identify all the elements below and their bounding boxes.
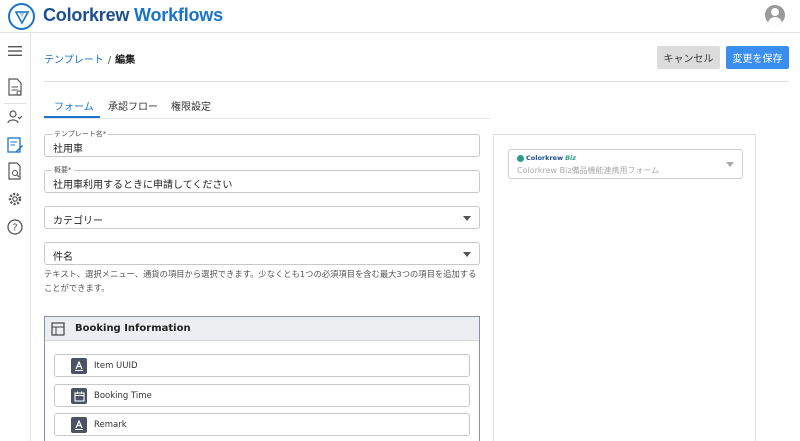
summary-label: 概要* (52, 165, 74, 175)
item-label: Booking Time (94, 391, 152, 401)
preview-panel: Colorkrew Biz Colorkrew Biz備品機能連携用フォーム (493, 134, 756, 441)
chevron-down-icon (726, 162, 734, 167)
tab-permissions[interactable]: 権限設定 (171, 92, 211, 118)
breadcrumb: テンプレート / 編集 (44, 51, 135, 66)
logo-icon (8, 3, 35, 30)
text-format-icon (71, 417, 87, 433)
tab-form[interactable]: フォーム (54, 92, 94, 118)
template-name-value: 社用車 (53, 144, 83, 155)
breadcrumb-template-link[interactable]: テンプレート (44, 55, 104, 66)
list-item[interactable]: Item UUID (54, 354, 470, 377)
linked-form-value: Colorkrew Biz備品機能連携用フォーム (517, 166, 660, 175)
text-format-icon (71, 358, 87, 374)
list-item[interactable]: Remark (54, 413, 470, 436)
document-search-icon[interactable] (4, 160, 26, 182)
summary-value: 社用車利用するときに申請してください (53, 180, 233, 191)
item-label: Remark (94, 420, 127, 430)
cancel-button[interactable]: キャンセル (657, 46, 720, 69)
user-avatar-icon[interactable] (765, 5, 785, 25)
svg-text:?: ? (12, 223, 17, 234)
save-button[interactable]: 変更を保存 (726, 46, 789, 69)
colorkrew-biz-logo: Colorkrew Biz (517, 154, 576, 162)
template-name-label: テンプレート名* (52, 129, 109, 139)
menu-icon[interactable] (4, 40, 26, 62)
category-value: カテゴリー (53, 216, 103, 227)
subject-select[interactable]: 件名 (44, 242, 480, 265)
sidebar: ? (0, 33, 31, 441)
logo-biz: Biz (565, 154, 577, 162)
header-divider (44, 81, 789, 82)
summary-field[interactable]: 概要* 社用車利用するときに申請してください (44, 165, 480, 193)
help-icon[interactable]: ? (4, 216, 26, 238)
template-name-field[interactable]: テンプレート名* 社用車 (44, 129, 480, 157)
tab-approval-flow[interactable]: 承認フロー (108, 92, 158, 118)
user-check-icon[interactable] (4, 106, 26, 128)
brand-sub: Workflows (134, 5, 223, 25)
breadcrumb-current: 編集 (115, 55, 136, 66)
calendar-icon (71, 388, 87, 404)
category-select[interactable]: カテゴリー (44, 206, 480, 229)
item-label: Item UUID (94, 361, 138, 371)
list-item[interactable]: Booking Time (54, 384, 470, 407)
template-edit-icon[interactable] (4, 134, 26, 156)
subject-value: 件名 (53, 252, 73, 263)
tabs-divider (44, 118, 491, 119)
linked-form-select[interactable]: Colorkrew Biz Colorkrew Biz備品機能連携用フォーム (508, 149, 743, 179)
brand-main: Colorkrew (43, 5, 130, 25)
subject-help-text: テキスト、選択メニュー、通貨の項目から選択できます。少なくとも1つの必須項目を含… (44, 269, 477, 293)
table-icon (51, 322, 65, 336)
chevron-down-icon (463, 252, 471, 257)
chevron-down-icon (463, 216, 471, 221)
document-list-icon[interactable] (4, 76, 26, 98)
top-bar: Colorkrew Workflows (0, 0, 800, 33)
app-brand[interactable]: Colorkrew Workflows (43, 5, 223, 26)
section-header[interactable]: Booking Information (45, 317, 479, 341)
section-title: Booking Information (75, 323, 191, 334)
booking-information-section: Booking Information Item UUID Booking Ti… (44, 316, 480, 441)
logo-text: Colorkrew (526, 154, 564, 162)
breadcrumb-separator: / (107, 55, 112, 66)
gear-icon[interactable] (4, 188, 26, 210)
